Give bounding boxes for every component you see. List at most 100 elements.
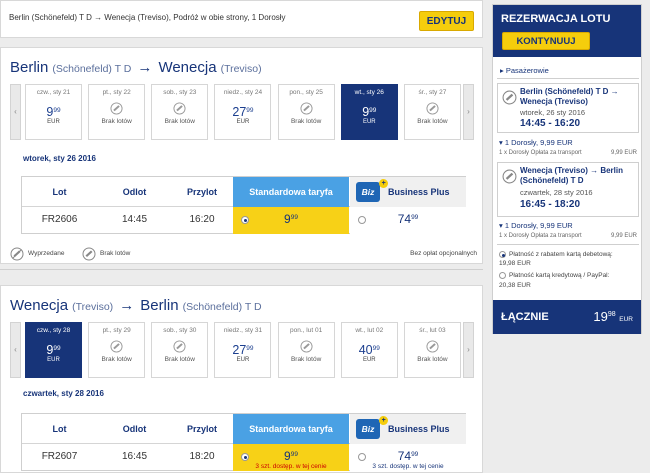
flight-number: FR2607 (41, 451, 78, 462)
no-flights-label: Brak lotów (290, 356, 322, 363)
table-row: FR2606 14:45 16:20 999 7499 (22, 207, 466, 234)
sidebar-divider (497, 244, 639, 245)
no-flights-icon (300, 340, 313, 353)
date-option-label: wt., lut 02 (355, 327, 384, 334)
inbound-summary-route: Wenecja (Treviso) → Berlin (Schönefeld) … (520, 166, 623, 185)
outbound-summary-box: Berlin (Schönefeld) T D → Wenecja (Trevi… (497, 83, 639, 133)
business-plus-option[interactable]: 7499 (350, 207, 466, 234)
search-summary-bar: Berlin (Schönefeld) T D → Wenecja (Trevi… (0, 0, 483, 38)
continue-button[interactable]: KONTYNUUJ (502, 32, 590, 50)
column-header-flight: Lot (52, 187, 67, 197)
no-flights-label: Brak lotów (101, 356, 132, 363)
date-option-label: niedz., sty 31 (223, 327, 263, 334)
legend-sold-out: Wyprzedane (28, 250, 65, 257)
inbound-fee-line: 1 x Dorosły Opłata za transport 9,99 EUR (499, 233, 637, 239)
date-option[interactable]: niedz., sty 24 2799 EUR (214, 84, 272, 140)
route-arrow-icon: → (137, 59, 153, 76)
payment-debit-radio[interactable] (499, 251, 506, 258)
edit-button[interactable]: EDYTUJ (419, 11, 474, 31)
booking-total-bar: ŁĄCZNIE 1998 EUR (493, 300, 641, 334)
outbound-prev-dates-arrow-icon[interactable]: ‹ (10, 84, 21, 140)
outbound-fare-table: Lot Odlot Przylot Standardowa taryfa Biz… (21, 176, 466, 234)
business-plus-price: 7499 (397, 212, 419, 226)
date-option-currency: EUR (47, 119, 60, 125)
outbound-fee-line: 1 x Dorosły Opłata za transport 9,99 EUR (499, 150, 637, 156)
table-row: FR2607 16:45 18:20 999 3 szt. dostęp. w … (22, 444, 466, 471)
inbound-next-dates-arrow-icon[interactable]: › (463, 322, 474, 378)
date-option-price: 999 (362, 105, 377, 119)
date-option-label: sob., sty 23 (163, 89, 197, 96)
payment-debit-amount: 19,98 EUR (499, 260, 531, 267)
date-option-currency: EUR (362, 357, 376, 363)
fare-legend: Wyprzedane Brak lotów Bez opłat opcjonal… (10, 247, 477, 262)
arrival-time: 16:20 (189, 214, 215, 225)
date-option-label: sob., sty 30 (163, 327, 197, 334)
date-option-price: 999 (46, 343, 61, 357)
date-option[interactable]: śr., sty 27 Brak lotów (403, 84, 461, 140)
outbound-passenger-price-toggle[interactable]: ▾ 1 Dorosły, 9,99 EUR (499, 138, 573, 147)
column-header-business-plus: Biz + Business Plus (350, 414, 466, 444)
booking-sidebar-title: REZERWACJA LOTU (501, 13, 611, 25)
inbound-day-list: czw., sty 28 999 EUR pt., sty 29 Brak lotów s… (25, 322, 461, 378)
legend-no-optional-fees: Bez opłat opcjonalnych (410, 250, 477, 257)
date-option[interactable]: pon., sty 25 Brak lotów (277, 84, 335, 140)
date-option-price: 2799 (232, 343, 254, 357)
inbound-summary-date: czwartek, 28 sty 2016 (520, 188, 593, 197)
outbound-selected-day-title: wtorek, sty 26 2016 (23, 154, 96, 163)
date-option[interactable]: wt., sty 26 999 EUR (340, 84, 398, 140)
date-option-price: 2799 (232, 105, 254, 119)
business-plus-logo-icon: Biz + (356, 179, 388, 202)
date-option[interactable]: pt., sty 22 Brak lotów (88, 84, 146, 140)
departure-time: 14:45 (121, 214, 148, 225)
inbound-fare-table: Lot Odlot Przylot Standardowa taryfa Biz… (21, 413, 466, 471)
date-option[interactable]: śr., lut 03 Brak lotów (403, 322, 461, 378)
date-option-currency: EUR (236, 119, 250, 125)
date-option[interactable]: niedz., sty 31 2799 EUR (214, 322, 272, 378)
booking-sidebar-header: REZERWACJA LOTU KONTYNUUJ (493, 5, 641, 57)
inbound-origin-city: Wenecja (10, 297, 69, 314)
no-flights-icon (110, 340, 123, 353)
passengers-toggle[interactable]: ▸ Pasażerowie (500, 66, 648, 75)
outbound-next-dates-arrow-icon[interactable]: › (463, 84, 474, 140)
date-option-price: 4099 (358, 343, 380, 357)
total-price: 1998 EUR (593, 309, 633, 324)
date-option[interactable]: sob., sty 30 Brak lotów (151, 322, 209, 378)
inbound-fee-label: 1 x Dorosły Opłata za transport (499, 233, 582, 239)
inbound-fee-value: 9,99 EUR (610, 233, 637, 239)
payment-credit-radio[interactable] (499, 272, 506, 279)
date-option[interactable]: pon., lut 01 Brak lotów (277, 322, 335, 378)
business-plus-label: Business Plus (388, 424, 450, 434)
date-option[interactable]: czw., sty 21 999 EUR (25, 84, 82, 140)
date-option-label: wt., sty 26 (354, 89, 384, 96)
business-plus-label: Business Plus (388, 187, 450, 197)
inbound-origin-airport: (Treviso) (72, 301, 114, 313)
date-option[interactable]: pt., sty 29 Brak lotów (88, 322, 146, 378)
inbound-prev-dates-arrow-icon[interactable]: ‹ (10, 322, 21, 378)
search-summary-text: Berlin (Schönefeld) T D → Wenecja (Trevi… (9, 13, 286, 22)
departure-time: 16:45 (121, 451, 148, 462)
sidebar-divider (497, 78, 639, 79)
date-option[interactable]: sob., sty 23 Brak lotów (151, 84, 209, 140)
business-plus-option[interactable]: 7499 3 szt. dostęp. w tej cenie (350, 444, 466, 471)
no-flights-label: Brak lotów (417, 118, 448, 125)
date-option[interactable]: wt., lut 02 4099 EUR (340, 322, 398, 378)
standard-fare-availability: 3 szt. dostęp. w tej cenie (255, 463, 327, 470)
no-flights-icon (173, 102, 186, 115)
plane-icon (502, 169, 517, 184)
inbound-summary-time: 16:45 - 18:20 (520, 199, 581, 210)
column-header-depart: Odlot (122, 187, 147, 197)
standard-fare-option[interactable]: 999 3 szt. dostęp. w tej cenie (233, 444, 349, 471)
arrival-time: 18:20 (189, 451, 215, 462)
standard-fare-option[interactable]: 999 (233, 207, 349, 234)
fare-table-header: Lot Odlot Przylot Standardowa taryfa Biz… (22, 177, 466, 207)
date-option-currency: EUR (362, 119, 376, 125)
outbound-origin-airport: (Schönefeld) T D (52, 63, 132, 75)
inbound-passenger-price-toggle[interactable]: ▾ 1 Dorosły, 9,99 EUR (499, 221, 573, 230)
column-header-business-plus: Biz + Business Plus (350, 177, 466, 207)
outbound-date-strip: ‹ czw., sty 21 999 EUR pt., sty 22 Brak lotó… (10, 84, 474, 140)
inbound-date-strip: ‹ czw., sty 28 999 EUR pt., sty 29 Brak lotó… (10, 322, 474, 378)
outbound-summary-date: wtorek, 26 sty 2016 (520, 108, 586, 117)
inbound-destination-city: Berlin (140, 297, 179, 314)
standard-fare-price: 999 (284, 212, 298, 226)
date-option[interactable]: czw., sty 28 999 EUR (25, 322, 82, 378)
